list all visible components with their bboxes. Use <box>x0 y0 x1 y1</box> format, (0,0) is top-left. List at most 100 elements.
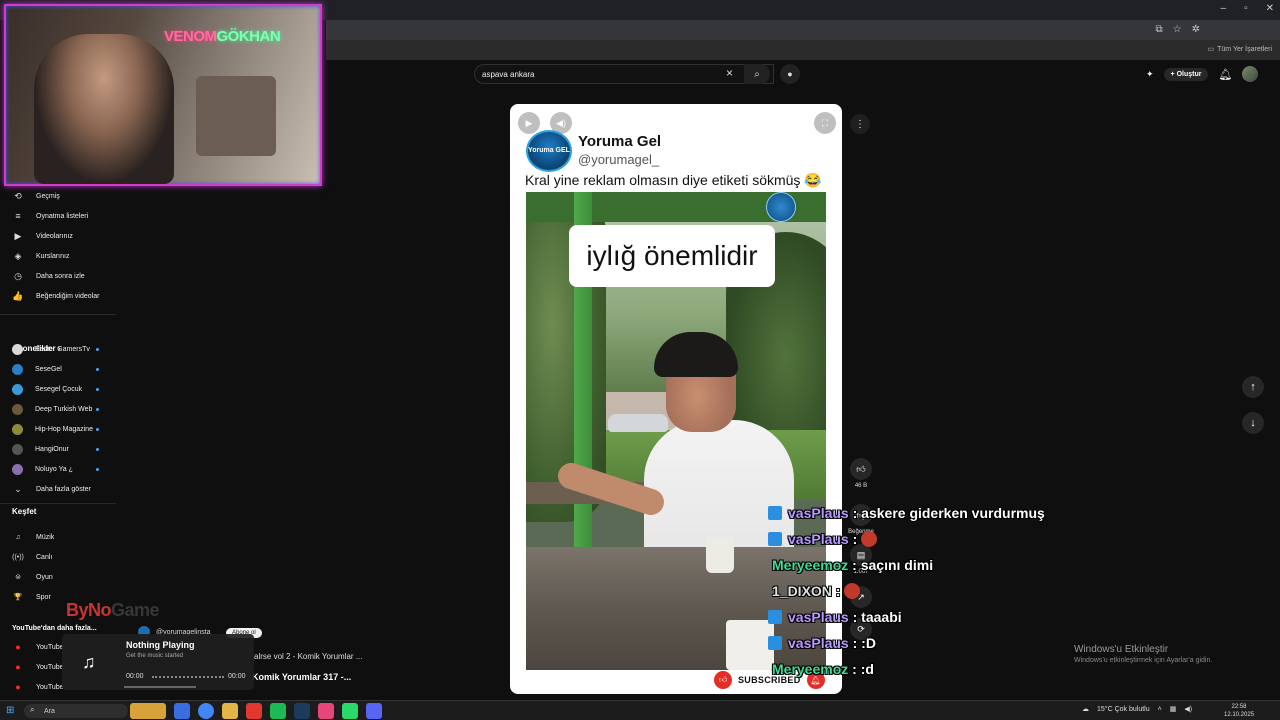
youtube-icon: ● <box>15 642 21 652</box>
subscription-label: SeseGel <box>35 365 62 373</box>
sidebar-item-kurslar-n-z[interactable]: ◈ Kurslarınız <box>0 246 116 266</box>
chat-text: taaabi <box>861 609 902 625</box>
taskbar-app-icon[interactable] <box>342 703 358 719</box>
like-count: 46 B <box>854 483 868 489</box>
taskbar-app-icon[interactable] <box>294 703 310 719</box>
play-button[interactable]: ▶ <box>518 112 540 134</box>
minimize-button[interactable]: – <box>1221 3 1227 14</box>
chat-message: vasPlaus : askere giderken vurdurmuş <box>768 505 1045 521</box>
cast-icon[interactable]: ⧉ <box>1156 24 1163 35</box>
chat-separator: : <box>848 505 862 521</box>
more-options-button[interactable]: ⋮ <box>850 114 870 134</box>
sidebar-item-daha-sonra-izle[interactable]: ◷ Daha sonra izle <box>0 266 116 286</box>
clear-search-icon[interactable]: × <box>726 66 733 80</box>
taskbar-app-icon[interactable] <box>198 703 214 719</box>
sidebar-item-label: YouTube <box>36 643 64 651</box>
next-short-button[interactable]: ↓ <box>1242 412 1264 434</box>
like-badge-icon: 👍︎ <box>714 671 732 689</box>
neon-sign: VENOMGÖKHAN <box>164 28 281 45</box>
divider <box>0 314 116 315</box>
close-button[interactable]: ✕ <box>1266 3 1274 14</box>
all-bookmarks-label: Tüm Yer İşaretleri <box>1217 45 1272 53</box>
chat-badge-icon <box>768 610 782 624</box>
star-icon[interactable]: ☆ <box>1173 24 1182 35</box>
taskbar-app-icon[interactable] <box>130 703 166 719</box>
taskbar-search-placeholder: Ara <box>44 707 55 715</box>
music-progress <box>124 686 196 688</box>
taskbar-app-icon[interactable] <box>366 703 382 719</box>
chevron-down-icon: ⌄ <box>14 483 22 494</box>
sidebar-item-be-endi-im-videolar[interactable]: 👍 Beğendiğim videolar <box>0 286 116 306</box>
subscription-item[interactable]: Sesegel Çocuk <box>0 379 116 399</box>
music-icon: ♫ <box>15 533 21 541</box>
subscription-item[interactable]: SeseGel <box>0 359 116 379</box>
sidebar-item-oyun[interactable]: ⊜ Oyun <box>0 567 116 587</box>
subscription-label: HangiOnur <box>35 445 69 453</box>
new-content-dot <box>96 447 99 451</box>
weather-icon[interactable]: ☁ <box>1082 705 1089 713</box>
taskbar-app-icon[interactable] <box>270 703 286 719</box>
channel-avatar <box>12 463 23 475</box>
bell-icon[interactable]: 🔔︎ <box>1218 68 1232 81</box>
sidebar-item-m-zik[interactable]: ♫ Müzik <box>0 527 116 547</box>
like-action[interactable]: 👍︎ 46 B <box>850 458 872 489</box>
subscription-item[interactable]: Deep Turkish Web <box>0 399 116 419</box>
youtube-icon: ● <box>15 682 21 692</box>
chat-badge-icon <box>768 636 782 650</box>
voice-search-button[interactable]: ● <box>780 64 800 84</box>
related-title[interactable]: Komik Yorumlar 317 -... <box>252 672 351 682</box>
show-more-button[interactable]: ⌄ Daha fazla göster <box>0 479 116 499</box>
sparkle-icon[interactable]: ✦ <box>1146 69 1154 80</box>
subscription-item[interactable]: Hip-Hop Magazine <box>0 419 116 439</box>
sidebar-item-videolar-n-z[interactable]: ▶ Videolarınız <box>0 226 116 246</box>
taskbar-app-icon[interactable] <box>246 703 262 719</box>
search-icon: ⌕ <box>30 705 35 714</box>
weather-label[interactable]: 15°C Çok bulutlu <box>1097 706 1150 713</box>
channel-avatar <box>12 383 23 395</box>
channel-name[interactable]: Yoruma Gel <box>578 133 661 150</box>
fullscreen-icon: ⛶ <box>821 117 829 128</box>
music-progress-track <box>152 676 224 678</box>
previous-short-button[interactable]: ↑ <box>1242 376 1264 398</box>
related-title[interactable]: alrse vol 2 - Komik Yorumlar ... <box>254 652 362 661</box>
short-player[interactable]: ▶ ◀) ⛶ Yoruma GEL Yoruma Gel @yorumagel_… <box>510 104 842 694</box>
chat-message: Meryeemoz : :d <box>772 661 874 677</box>
sidebar-item-ge-mi[interactable]: ⟲ Geçmiş <box>0 186 116 206</box>
taskbar-app-icon[interactable] <box>174 703 190 719</box>
chat-separator: : <box>848 609 862 625</box>
speaker-icon[interactable]: ◀) <box>1184 705 1192 713</box>
clock-icon: ◷ <box>14 270 22 281</box>
taskbar-app-icon[interactable] <box>222 703 238 719</box>
search-button[interactable]: ⌕ <box>744 64 770 84</box>
subscription-item[interactable]: HangiOnur <box>0 439 116 459</box>
activate-windows-watermark: Windows'u Etkinleştir Windows'u etkinleş… <box>1074 644 1212 664</box>
network-icon[interactable]: ▦ <box>1170 705 1177 713</box>
address-bar[interactable]: ⧉ ☆ ✲ <box>326 20 1280 40</box>
sidebar-item-oynatma-listeleri[interactable]: ≡ Oynatma listeleri <box>0 206 116 226</box>
like-icon: 👍 <box>12 290 24 301</box>
new-content-dot <box>96 387 99 391</box>
taskbar-app-icon[interactable] <box>318 703 334 719</box>
more-from-youtube-heading: YouTube'dan daha fazla... <box>12 625 97 632</box>
short-caption: Kral yine reklam olmasın diye etiketi sö… <box>525 172 822 188</box>
streamer <box>34 34 174 184</box>
fullscreen-button[interactable]: ⛶ <box>814 112 836 134</box>
chat-separator: : <box>831 583 845 599</box>
sidebar-item-label: Kurslarınız <box>36 252 70 260</box>
subscription-item[interactable]: Noluyo Ya ¿ <box>0 459 116 479</box>
extensions-icon[interactable]: ✲ <box>1192 24 1200 35</box>
all-bookmarks[interactable]: ▭ Tüm Yer İşaretleri <box>1208 45 1272 54</box>
maximize-button[interactable]: ▫ <box>1244 3 1248 14</box>
avatar[interactable] <box>1242 66 1259 82</box>
subscription-item[interactable]: Easter GamersTv <box>0 339 116 359</box>
youtube-icon: ● <box>15 662 21 672</box>
chevron-up-icon[interactable]: ˄ <box>1158 706 1162 713</box>
channel-logo[interactable]: Yoruma GEL <box>526 130 572 172</box>
chat-text: :d <box>860 661 874 677</box>
create-button[interactable]: + Oluştur <box>1163 67 1209 81</box>
clock-time: 22:58 <box>1231 704 1247 710</box>
clock[interactable]: 22:58 12.10.2025 <box>1224 703 1254 719</box>
sidebar-item-canl[interactable]: ((•)) Canlı <box>0 547 116 567</box>
taskbar-search[interactable]: ⌕ Ara <box>24 704 128 718</box>
windows-start-icon[interactable]: ⊞ <box>6 705 14 716</box>
